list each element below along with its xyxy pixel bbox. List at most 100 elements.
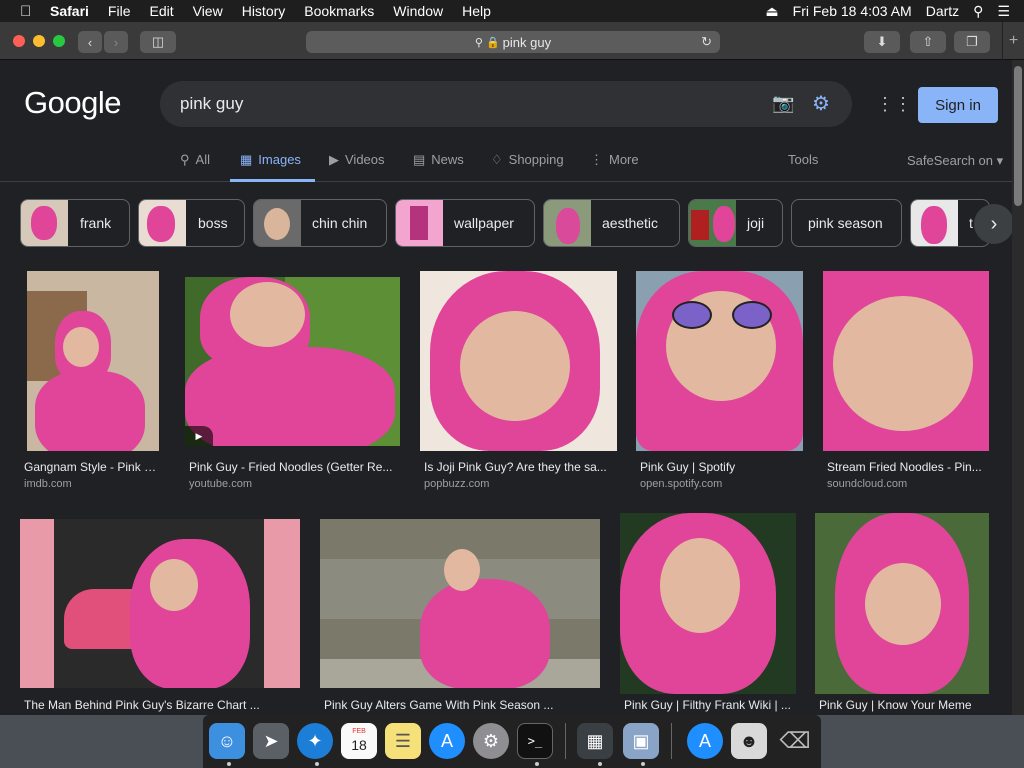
system-preferences-icon[interactable]: ⚙ xyxy=(473,723,509,759)
dock: ☺ ➤ ✦ FEB 18 ☰ A ⚙ >_ ▦ ▣ A ☻ ⌫ xyxy=(203,715,821,768)
chip-wallpaper[interactable]: wallpaper xyxy=(395,199,535,247)
video-icon: ▶ xyxy=(329,152,339,167)
tab-images[interactable]: ▦ Images xyxy=(230,152,315,182)
lock-icon: 🔒 xyxy=(485,36,500,49)
chip-pink-season[interactable]: pink season xyxy=(791,199,902,247)
image-result-8[interactable] xyxy=(620,513,796,694)
menu-bookmarks[interactable]: Bookmarks xyxy=(304,3,374,19)
image-result-4[interactable] xyxy=(636,271,803,451)
menu-view[interactable]: View xyxy=(193,3,223,19)
safari-icon[interactable]: ✦ xyxy=(297,723,333,759)
chevron-right-icon: › xyxy=(113,34,119,50)
downloads-button[interactable]: ⬇ xyxy=(864,31,900,53)
image-result-9[interactable] xyxy=(815,513,989,694)
menu-file[interactable]: File xyxy=(108,3,131,19)
chip-joji[interactable]: joji xyxy=(688,199,783,247)
search-box[interactable]: pink guy 📷 ⚙ xyxy=(160,81,852,127)
tabs-icon: ❐ xyxy=(966,34,978,49)
image-result-7[interactable] xyxy=(320,519,600,688)
result-title[interactable]: Is Joji Pink Guy? Are they the sa... xyxy=(424,460,614,474)
notes-icon[interactable]: ☰ xyxy=(385,723,421,759)
search-by-image-icon[interactable]: ⚙ xyxy=(812,91,830,116)
google-logo[interactable]: Google xyxy=(24,85,121,121)
app-store-icon[interactable]: A xyxy=(429,723,465,759)
scrollbar-thumb[interactable] xyxy=(1014,66,1022,206)
result-source: soundcloud.com xyxy=(827,478,908,490)
plus-icon: + xyxy=(1008,32,1019,49)
apple-menu-icon[interactable]:  xyxy=(20,3,36,20)
chevron-left-icon: ‹ xyxy=(87,34,93,50)
stack-icon[interactable]: ▦ xyxy=(577,723,613,759)
preview-icon[interactable]: ▣ xyxy=(623,723,659,759)
result-title[interactable]: Pink Guy | Know Your Meme xyxy=(819,698,989,712)
result-title[interactable]: Stream Fried Noodles - Pin... xyxy=(827,460,987,474)
result-title[interactable]: Gangnam Style - Pink G... xyxy=(24,460,162,474)
zoom-window-button[interactable] xyxy=(53,35,65,47)
dock-separator xyxy=(565,723,566,759)
reload-icon[interactable]: ↻ xyxy=(701,34,712,50)
chip-aesthetic[interactable]: aesthetic xyxy=(543,199,680,247)
chip-boss[interactable]: boss xyxy=(138,199,245,247)
result-title[interactable]: Pink Guy Alters Game With Pink Season ..… xyxy=(324,698,594,712)
menu-safari[interactable]: Safari xyxy=(50,3,89,19)
clock[interactable]: Fri Feb 18 4:03 AM xyxy=(793,3,912,19)
trash-icon[interactable]: ⌫ xyxy=(777,723,813,759)
eject-icon[interactable]: ⏏ xyxy=(765,3,778,20)
terminal-icon[interactable]: >_ xyxy=(517,723,553,759)
tabs-overview-button[interactable]: ❐ xyxy=(954,31,990,53)
result-title[interactable]: Pink Guy - Fried Noodles (Getter Re... xyxy=(189,460,397,474)
chip-thumbnail xyxy=(254,200,301,246)
image-result-1[interactable] xyxy=(27,271,159,451)
menu-history[interactable]: History xyxy=(242,3,286,19)
sign-in-button[interactable]: Sign in xyxy=(918,87,998,123)
chip-frank[interactable]: frank xyxy=(20,199,130,247)
image-result-5[interactable] xyxy=(823,271,989,451)
launchpad-icon[interactable]: ➤ xyxy=(253,723,289,759)
chip-thumbnail xyxy=(911,200,958,246)
image-result-2[interactable]: ▶ xyxy=(185,277,400,446)
image-result-6[interactable] xyxy=(20,519,300,688)
search-input[interactable]: pink guy xyxy=(180,94,243,114)
new-tab-button[interactable]: + xyxy=(1002,22,1024,60)
user-name[interactable]: Dartz xyxy=(926,3,959,19)
alien-app-icon[interactable]: ☻ xyxy=(731,723,767,759)
camera-icon[interactable]: 📷 xyxy=(772,93,794,114)
menu-edit[interactable]: Edit xyxy=(149,3,173,19)
page-scrollbar[interactable] xyxy=(1012,60,1024,715)
image-result-3[interactable] xyxy=(420,271,617,451)
calendar-icon[interactable]: FEB 18 xyxy=(341,723,377,759)
chips-next-button[interactable]: › xyxy=(974,204,1012,244)
forward-button[interactable]: › xyxy=(104,31,128,53)
safesearch-toggle[interactable]: SafeSearch on ▾ xyxy=(907,153,1003,169)
spotlight-search-icon[interactable]: ⚲ xyxy=(973,3,983,20)
sidebar-button[interactable]: ◫ xyxy=(140,31,176,53)
notification-center-icon[interactable]: ☰ xyxy=(997,3,1010,20)
back-button[interactable]: ‹ xyxy=(78,31,102,53)
tab-shopping[interactable]: ♢ Shopping xyxy=(491,152,564,182)
tab-videos[interactable]: ▶ Videos xyxy=(329,152,385,182)
safari-toolbar: ‹ › ◫ ⚲ 🔒 pink guy ↻ ⬇ ⇧ ❐ + xyxy=(0,22,1024,60)
download-icon: ⬇ xyxy=(876,34,888,49)
result-title[interactable]: Pink Guy | Spotify xyxy=(640,460,800,474)
app-store-download-icon[interactable]: A xyxy=(687,723,723,759)
tools-button[interactable]: Tools xyxy=(788,152,818,167)
google-images-page: Google pink guy 📷 ⚙ ⋮⋮⋮ Sign in ⚲ All ▦ Im… xyxy=(0,60,1012,715)
menu-help[interactable]: Help xyxy=(462,3,491,19)
result-source: open.spotify.com xyxy=(640,478,723,490)
tab-all[interactable]: ⚲ All xyxy=(180,152,210,182)
chip-thumbnail xyxy=(21,200,68,246)
minimize-window-button[interactable] xyxy=(33,35,45,47)
tab-more[interactable]: ⋮ More xyxy=(590,152,639,182)
search-icon: ⚲ xyxy=(180,152,190,167)
result-source: popbuzz.com xyxy=(424,478,490,490)
chip-chin-chin[interactable]: chin chin xyxy=(253,199,387,247)
finder-icon[interactable]: ☺ xyxy=(209,723,245,759)
result-title[interactable]: Pink Guy | Filthy Frank Wiki | ... xyxy=(624,698,794,712)
menu-window[interactable]: Window xyxy=(393,3,443,19)
result-title[interactable]: The Man Behind Pink Guy's Bizarre Chart … xyxy=(24,698,294,712)
tab-news[interactable]: ▤ News xyxy=(413,152,464,182)
address-bar[interactable]: ⚲ 🔒 pink guy ↻ xyxy=(306,31,720,53)
close-window-button[interactable] xyxy=(13,35,25,47)
share-button[interactable]: ⇧ xyxy=(910,31,946,53)
running-indicator xyxy=(641,762,645,766)
